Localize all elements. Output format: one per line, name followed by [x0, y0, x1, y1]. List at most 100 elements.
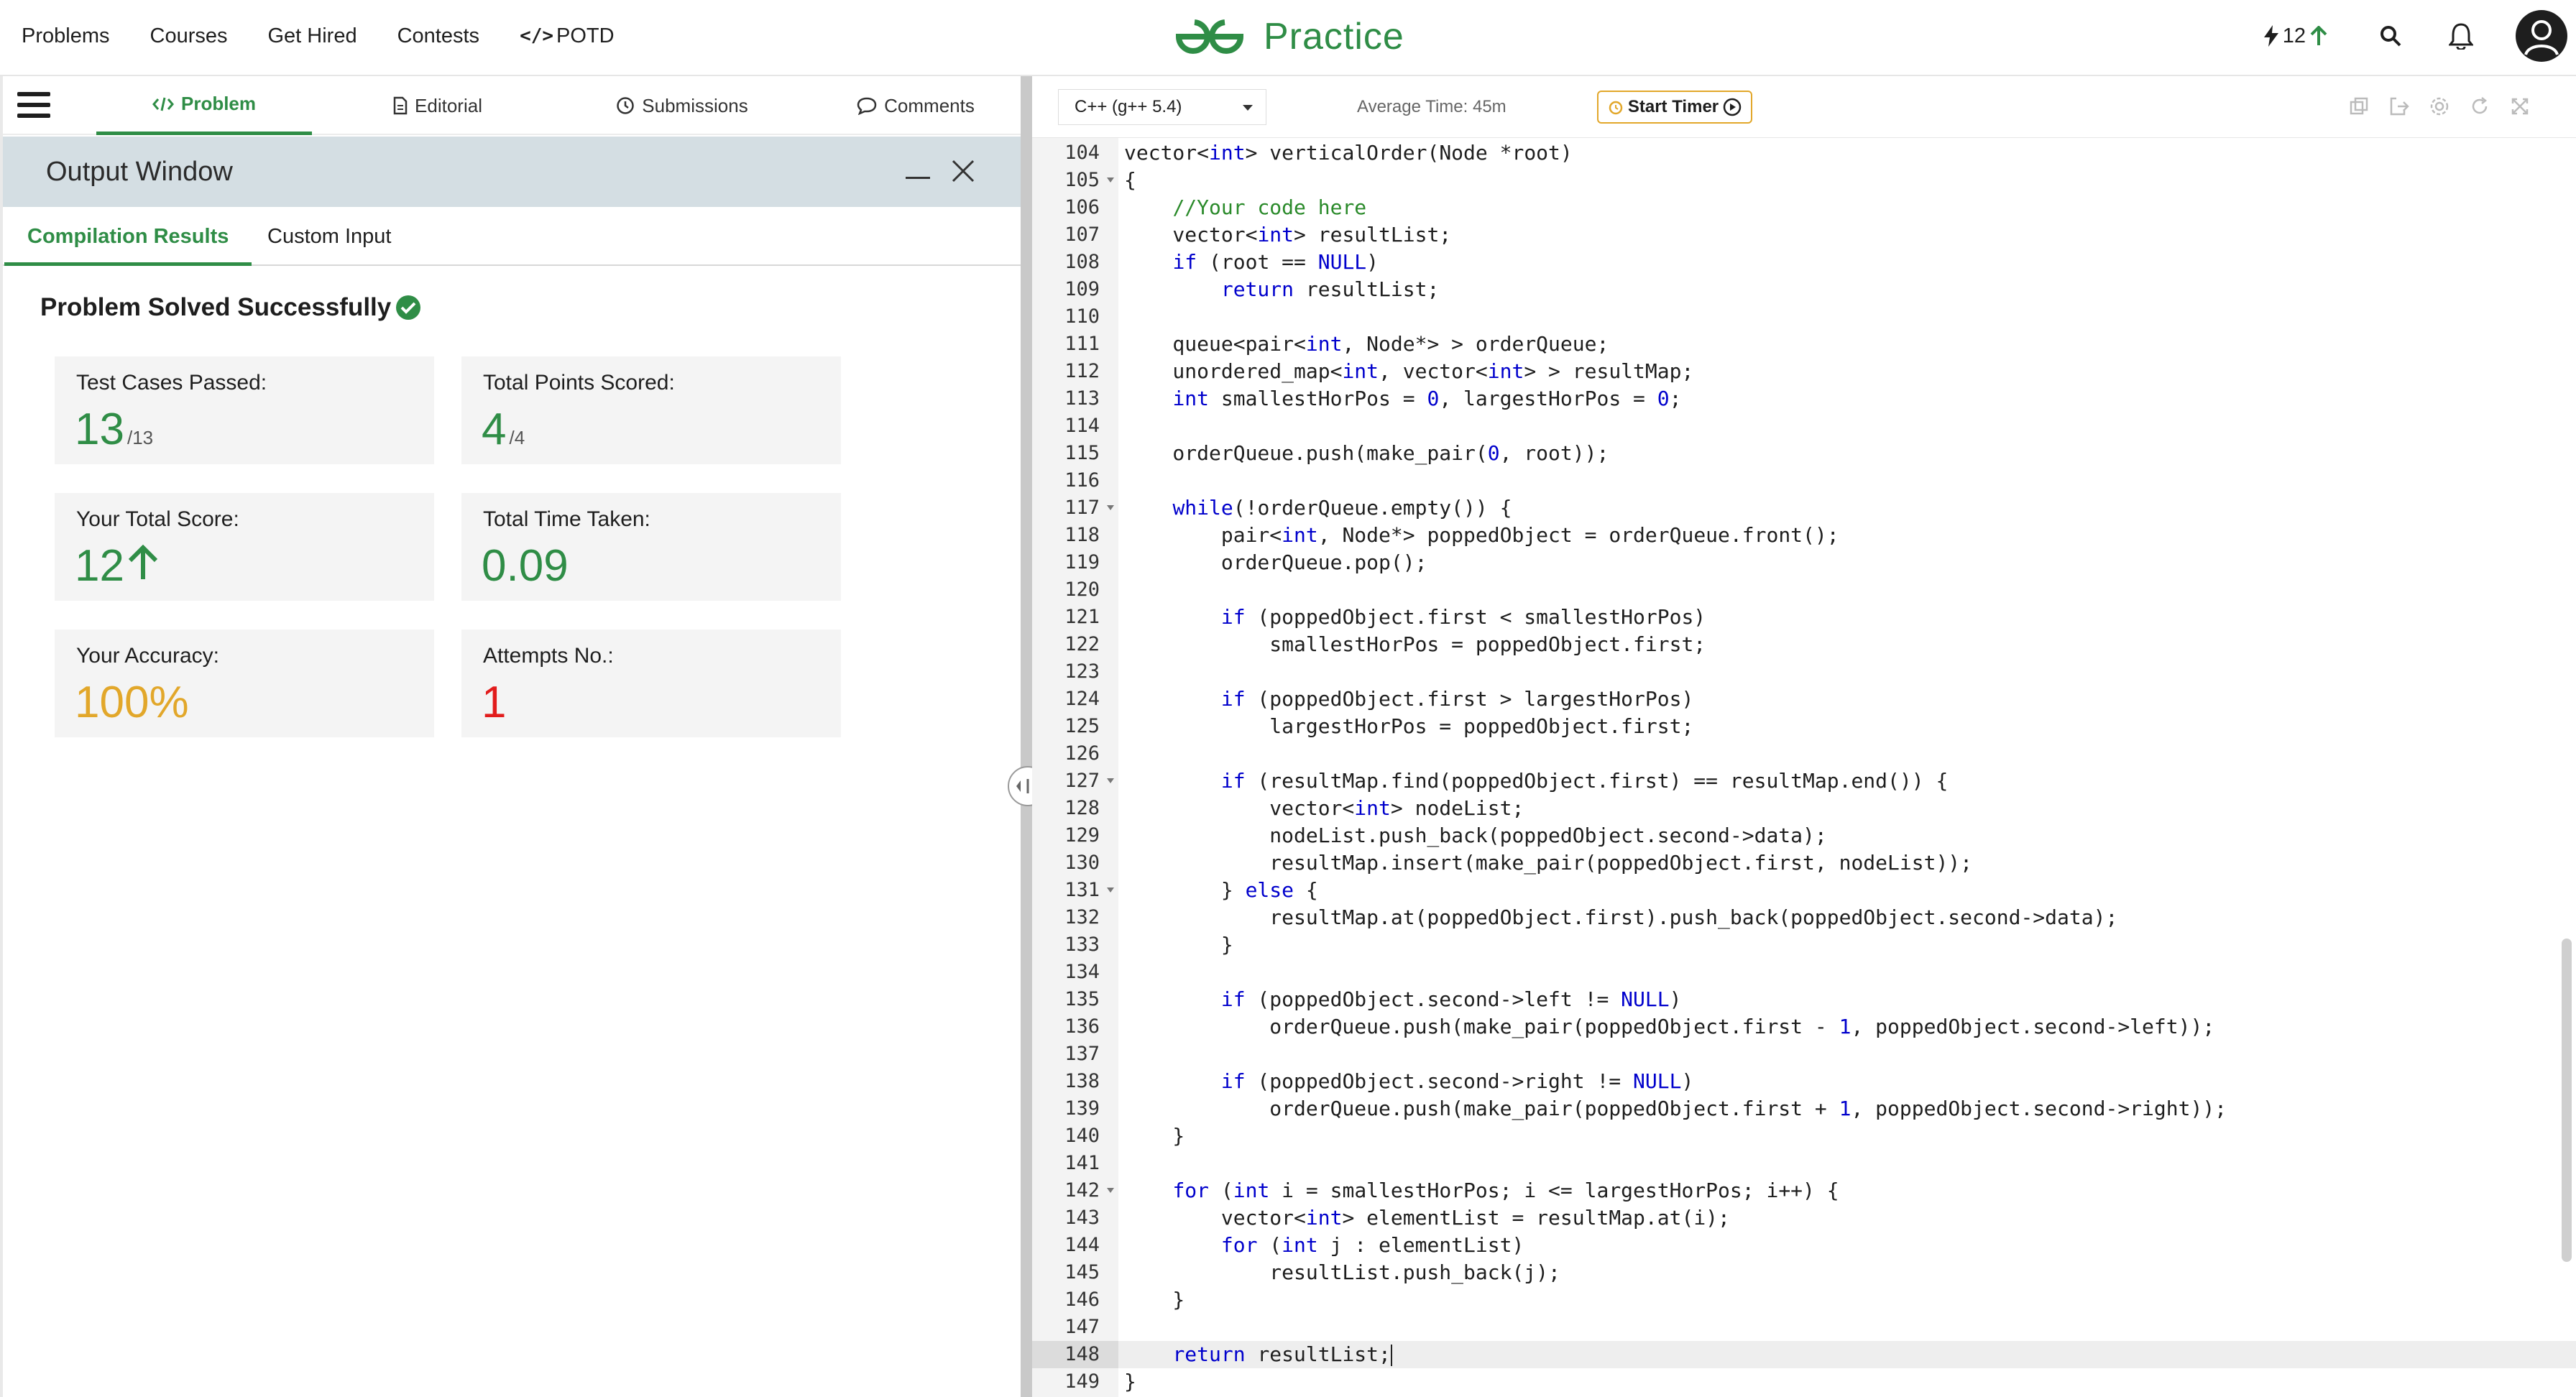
code-line[interactable]: return resultList;	[1118, 276, 2576, 303]
minimize-icon[interactable]	[906, 177, 930, 179]
code-line[interactable]: //Your code here	[1118, 194, 2576, 221]
fold-toggle-icon[interactable]	[1107, 778, 1114, 783]
code-line[interactable]: return resultList;	[1118, 1341, 2576, 1368]
code-line[interactable]: while(!orderQueue.empty()) {	[1118, 494, 2576, 522]
line-number: 133	[1064, 933, 1100, 956]
output-window-header: Output Window	[3, 137, 1024, 207]
code-line[interactable]: resultMap.insert(make_pair(poppedObject.…	[1118, 849, 2576, 877]
line-number: 116	[1064, 469, 1100, 492]
code-line[interactable]: }	[1118, 1122, 2576, 1150]
stat-card-test-cases: Test Cases Passed: 13/13	[55, 356, 434, 464]
code-line[interactable]: vector<int> elementList = resultMap.at(i…	[1118, 1204, 2576, 1232]
code-line[interactable]: int smallestHorPos = 0, largestHorPos = …	[1118, 385, 2576, 412]
code-line[interactable]: resultList.push_back(j);	[1118, 1259, 2576, 1286]
nav-courses[interactable]: Courses	[150, 24, 228, 48]
code-line[interactable]: if (poppedObject.second->left != NULL)	[1118, 986, 2576, 1013]
line-number: 147	[1064, 1316, 1100, 1338]
code-line[interactable]	[1118, 658, 2576, 686]
fold-toggle-icon[interactable]	[1107, 1188, 1114, 1193]
line-number: 148	[1032, 1341, 1118, 1368]
problem-tabbar: Problem Editorial Submissions Comments	[3, 76, 1024, 135]
code-line[interactable]: orderQueue.push(make_pair(poppedObject.f…	[1118, 1013, 2576, 1041]
tab-custom-input[interactable]: Custom Input	[244, 207, 414, 266]
code-line[interactable]: queue<pair<int, Node*> > orderQueue;	[1118, 331, 2576, 358]
code-line[interactable]	[1118, 467, 2576, 494]
code-line[interactable]: for (int j : elementList)	[1118, 1232, 2576, 1259]
tab-comments[interactable]: Comments	[822, 76, 1009, 135]
average-time: Average Time: 45m	[1357, 97, 1506, 116]
text-cursor	[1390, 1345, 1392, 1366]
settings-icon[interactable]	[2426, 93, 2452, 119]
code-line[interactable]	[1118, 412, 2576, 440]
nav-get-hired[interactable]: Get Hired	[268, 24, 357, 48]
code-icon	[152, 97, 174, 111]
reset-icon[interactable]	[2467, 93, 2493, 119]
code-line[interactable]: orderQueue.pop();	[1118, 549, 2576, 576]
code-line[interactable]	[1118, 1150, 2576, 1177]
fullscreen-icon[interactable]	[2507, 93, 2533, 119]
code-line[interactable]: {	[1118, 167, 2576, 194]
brand[interactable]: Practice	[1170, 13, 1404, 60]
line-number: 108	[1064, 251, 1100, 273]
close-icon[interactable]	[950, 158, 976, 184]
stat-value: 1	[482, 677, 506, 728]
user-avatar-icon[interactable]	[2516, 10, 2567, 62]
streak-indicator[interactable]: 12	[2263, 24, 2332, 48]
line-number-gutter: 104 105 106 107 108 109 110 111 112 113 114 115 116 1…	[1032, 138, 1118, 1397]
stat-number: 0.09	[482, 541, 569, 591]
stat-number: 12	[75, 541, 124, 591]
search-icon[interactable]	[2375, 20, 2406, 52]
code-line[interactable]: orderQueue.push(make_pair(0, root));	[1118, 440, 2576, 467]
panel-splitter[interactable]	[1021, 76, 1032, 1397]
code-line[interactable]: }	[1118, 931, 2576, 959]
code-line[interactable]	[1118, 1314, 2576, 1341]
code-line[interactable]: }	[1118, 1286, 2576, 1314]
code-line[interactable]	[1118, 1041, 2576, 1068]
code-line[interactable]: if (resultMap.find(poppedObject.first) =…	[1118, 767, 2576, 795]
hamburger-icon[interactable]	[17, 92, 50, 121]
code-line[interactable]: if (root == NULL)	[1118, 249, 2576, 276]
bell-icon[interactable]	[2445, 20, 2477, 52]
fold-toggle-icon[interactable]	[1107, 177, 1114, 183]
code-line[interactable]	[1118, 303, 2576, 331]
nav-potd[interactable]: </> POTD	[520, 24, 615, 48]
tab-submissions-label: Submissions	[642, 94, 748, 116]
code-line[interactable]: if (poppedObject.first < smallestHorPos)	[1118, 604, 2576, 631]
vertical-scrollbar[interactable]	[2562, 939, 2572, 1262]
clock-icon	[617, 97, 635, 114]
code-line[interactable]: resultMap.at(poppedObject.first).push_ba…	[1118, 904, 2576, 931]
export-icon[interactable]	[2386, 93, 2412, 119]
start-timer-button[interactable]: Start Timer	[1597, 91, 1752, 124]
tab-problem[interactable]: Problem	[96, 76, 312, 135]
fold-toggle-icon[interactable]	[1107, 887, 1114, 893]
code-line[interactable]: for (int i = smallestHorPos; i <= larges…	[1118, 1177, 2576, 1204]
code-line[interactable]: vector<int> nodeList;	[1118, 795, 2576, 822]
code-line[interactable]	[1118, 740, 2576, 767]
nav-contests[interactable]: Contests	[397, 24, 479, 48]
code-line[interactable]: pair<int, Node*> poppedObject = orderQue…	[1118, 522, 2576, 549]
tab-editorial[interactable]: Editorial	[334, 76, 542, 135]
code-line[interactable]	[1118, 959, 2576, 986]
code-area[interactable]: vector<int> verticalOrder(Node *root){ /…	[1118, 138, 2576, 1397]
code-line[interactable]: if (poppedObject.second->right != NULL)	[1118, 1068, 2576, 1095]
line-number: 132	[1064, 906, 1100, 928]
nav-links: Problems Courses Get Hired Contests </> …	[22, 0, 655, 72]
code-line[interactable]: smallestHorPos = poppedObject.first;	[1118, 631, 2576, 658]
code-line[interactable]: largestHorPos = poppedObject.first;	[1118, 713, 2576, 740]
nav-problems[interactable]: Problems	[22, 24, 110, 48]
code-line[interactable]: vector<int> verticalOrder(Node *root)	[1118, 139, 2576, 167]
code-line[interactable]: nodeList.push_back(poppedObject.second->…	[1118, 822, 2576, 849]
code-line[interactable]	[1118, 576, 2576, 604]
code-line[interactable]: }	[1118, 1368, 2576, 1396]
streak-count: 12	[2282, 24, 2306, 47]
code-line[interactable]: if (poppedObject.first > largestHorPos)	[1118, 686, 2576, 713]
code-line[interactable]: } else {	[1118, 877, 2576, 904]
code-line[interactable]: orderQueue.push(make_pair(poppedObject.f…	[1118, 1095, 2576, 1122]
language-select[interactable]: C++ (g++ 5.4)	[1058, 89, 1266, 125]
code-line[interactable]: vector<int> resultList;	[1118, 221, 2576, 249]
code-line[interactable]: unordered_map<int, vector<int> > resultM…	[1118, 358, 2576, 385]
fold-toggle-icon[interactable]	[1107, 505, 1114, 510]
tab-submissions[interactable]: Submissions	[564, 76, 801, 135]
copy-icon[interactable]	[2346, 93, 2372, 119]
tab-compilation-results[interactable]: Compilation Results	[4, 207, 252, 266]
